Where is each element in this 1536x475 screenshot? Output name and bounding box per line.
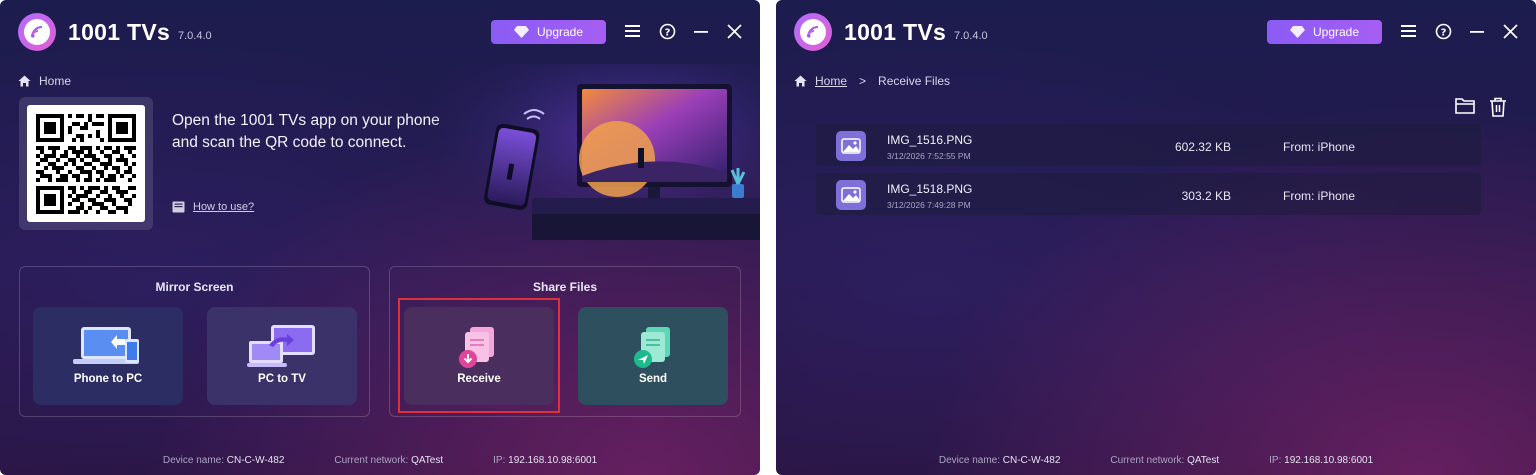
device-name-value: CN-C-W-482: [1002, 455, 1061, 466]
file-name: IMG_1516.PNG: [887, 133, 973, 147]
send-label: Send: [638, 373, 668, 385]
breadcrumb: Home > Receive Files: [794, 74, 950, 88]
upgrade-label: Upgrade: [1312, 25, 1360, 39]
send-button[interactable]: Send: [578, 307, 728, 405]
app-logo-icon: [18, 13, 56, 51]
how-to-use-link[interactable]: How to use?: [193, 201, 254, 213]
phone-to-pc-button[interactable]: Phone to PC: [33, 307, 183, 405]
title-bar: 1001 TVs 7.0.4.0 Upgrade ?: [0, 0, 760, 64]
file-source: From: iPhone: [1283, 189, 1356, 203]
receive-button[interactable]: Receive: [404, 307, 554, 405]
phone-to-pc-label: Phone to PC: [73, 373, 143, 385]
share-files-panel: Share Files Receive Send: [389, 266, 741, 417]
breadcrumb-home[interactable]: Home: [815, 74, 847, 88]
app-window-home: 1001 TVs 7.0.4.0 Upgrade ? Home Open the…: [0, 0, 760, 475]
help-icon[interactable]: ?: [1434, 22, 1452, 40]
image-file-icon: [836, 131, 866, 161]
breadcrumb: Home: [18, 74, 71, 88]
network-value: QATest: [1187, 455, 1220, 466]
app-window-receive-files: 1001 TVs 7.0.4.0 Upgrade ? Home > Receiv…: [776, 0, 1536, 475]
upgrade-label: Upgrade: [536, 25, 584, 39]
pc-to-tv-icon: [247, 325, 315, 367]
receive-label: Receive: [457, 373, 501, 385]
qr-code-image: [36, 113, 136, 214]
mirror-screen-panel: Mirror Screen Phone to PC PC to TV: [19, 266, 370, 417]
home-icon: [794, 75, 807, 87]
svg-text:?: ?: [664, 27, 670, 38]
ip-label: IP:: [493, 455, 506, 466]
status-bar: Device name: CN-C-W-482 Current network:…: [0, 455, 760, 466]
file-size: 303.2 KB: [1181, 189, 1231, 203]
file-size: 602.32 KB: [1174, 140, 1231, 154]
diamond-icon: [513, 26, 529, 38]
close-icon[interactable]: [725, 22, 743, 40]
breadcrumb-home[interactable]: Home: [39, 74, 71, 88]
book-icon: [172, 201, 185, 213]
qr-code-card: [19, 97, 153, 230]
minimize-icon[interactable]: [1468, 22, 1486, 40]
file-actions: [1455, 97, 1507, 117]
file-row[interactable]: IMG_1516.PNG 3/12/2026 7:52:55 PM 602.32…: [816, 124, 1481, 166]
share-files-title: Share Files: [532, 280, 598, 294]
ip-label: IP:: [1269, 455, 1282, 466]
upgrade-button[interactable]: Upgrade: [1267, 20, 1382, 44]
image-file-icon: [836, 180, 866, 210]
receive-file-icon: [459, 327, 494, 368]
app-name: 1001 TVs: [68, 19, 171, 45]
device-name-value: CN-C-W-482: [226, 455, 285, 466]
app-logo-icon: [794, 13, 832, 51]
open-folder-icon[interactable]: [1455, 97, 1475, 115]
file-date: 3/12/2026 7:49:28 PM: [887, 200, 971, 210]
file-row[interactable]: IMG_1518.PNG 3/12/2026 7:49:28 PM 303.2 …: [816, 173, 1481, 215]
mirror-screen-title: Mirror Screen: [155, 280, 234, 294]
title-bar: 1001 TVs 7.0.4.0 Upgrade ?: [776, 0, 1536, 64]
pc-to-tv-button[interactable]: PC to TV: [207, 307, 357, 405]
pc-to-tv-label: PC to TV: [258, 373, 306, 385]
menu-icon[interactable]: [1400, 22, 1418, 40]
phone-to-pc-icon: [73, 327, 139, 364]
send-file-icon: [634, 327, 670, 368]
network-label: Current network:: [334, 455, 409, 466]
network-label: Current network:: [1110, 455, 1185, 466]
device-name-label: Device name:: [162, 455, 224, 466]
app-version: 7.0.4.0: [954, 30, 988, 42]
ip-value: 192.168.10.98:6001: [508, 455, 598, 466]
how-to-use[interactable]: How to use?: [172, 201, 254, 213]
help-icon[interactable]: ?: [658, 22, 676, 40]
file-date: 3/12/2026 7:52:55 PM: [887, 151, 971, 161]
file-source: From: iPhone: [1283, 140, 1356, 154]
menu-icon[interactable]: [624, 22, 642, 40]
close-icon[interactable]: [1501, 22, 1519, 40]
connect-instructions: Open the 1001 TVs app on your phone and …: [172, 110, 472, 154]
upgrade-button[interactable]: Upgrade: [491, 20, 606, 44]
diamond-icon: [1289, 26, 1305, 38]
connect-line-2: and scan the QR code to connect.: [172, 134, 407, 151]
breadcrumb-current: Receive Files: [878, 74, 951, 88]
network-value: QATest: [411, 455, 444, 466]
home-icon: [18, 75, 31, 87]
ip-value: 192.168.10.98:6001: [1284, 455, 1374, 466]
connect-line-1: Open the 1001 TVs app on your phone: [172, 112, 440, 129]
status-bar: Device name: CN-C-W-482 Current network:…: [776, 455, 1536, 466]
minimize-icon[interactable]: [692, 22, 710, 40]
app-version: 7.0.4.0: [178, 30, 212, 42]
svg-text:?: ?: [1440, 27, 1446, 38]
device-name-label: Device name:: [938, 455, 1000, 466]
delete-icon[interactable]: [1489, 97, 1507, 117]
file-name: IMG_1518.PNG: [887, 182, 973, 196]
breadcrumb-separator: >: [859, 74, 867, 88]
app-name: 1001 TVs: [844, 19, 947, 45]
hero-illustration: [432, 64, 760, 240]
